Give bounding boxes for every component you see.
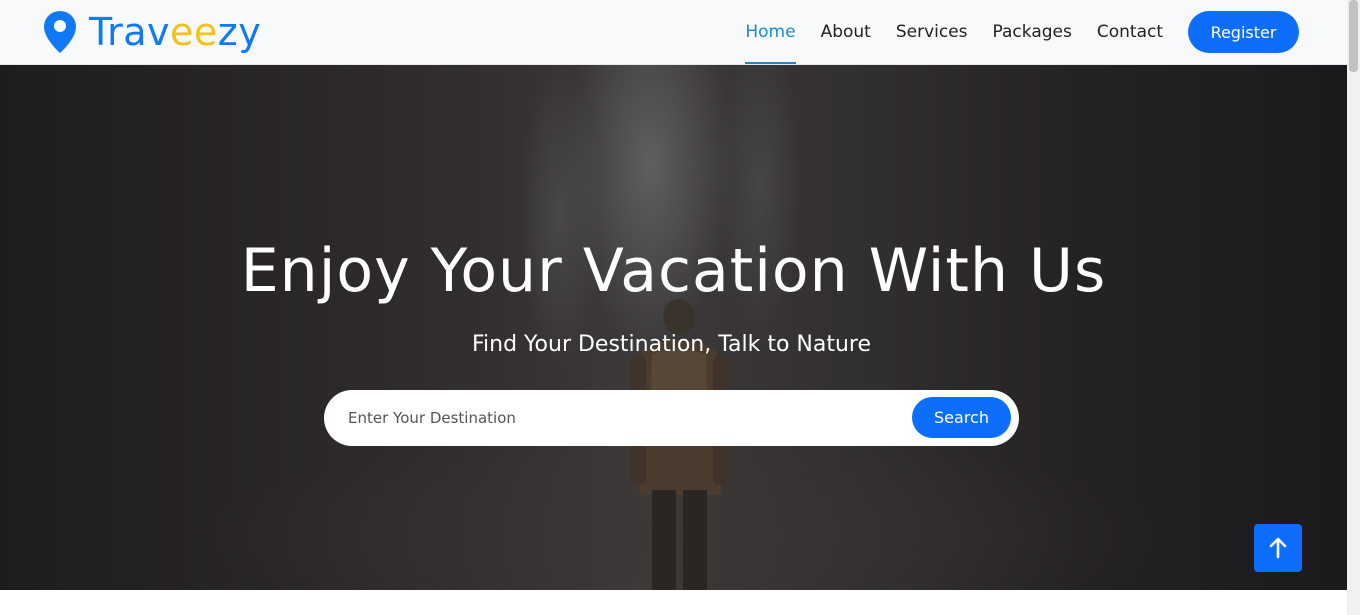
brand-name: Traveezy bbox=[89, 13, 261, 51]
brand-name-part1: Trav bbox=[89, 10, 171, 54]
register-button[interactable]: Register bbox=[1188, 11, 1299, 53]
navbar: Traveezy Home About Services Packages Co… bbox=[0, 0, 1347, 65]
map-pin-icon bbox=[44, 11, 76, 53]
back-to-top-button[interactable] bbox=[1254, 524, 1302, 572]
brand-logo-link[interactable]: Traveezy bbox=[43, 8, 261, 56]
nav-item-packages[interactable]: Packages bbox=[993, 0, 1072, 64]
main-nav: Home About Services Packages Contact Reg… bbox=[745, 0, 1347, 64]
nav-item-about[interactable]: About bbox=[821, 0, 871, 64]
hero-subtitle: Find Your Destination, Talk to Nature bbox=[471, 332, 872, 357]
nav-item-home[interactable]: Home bbox=[745, 0, 796, 64]
nav-item-contact[interactable]: Contact bbox=[1097, 0, 1163, 64]
brand-name-part2: ee bbox=[170, 10, 218, 54]
search-bar: Search bbox=[324, 390, 1019, 446]
hero-section: Enjoy Your Vacation With Us Find Your De… bbox=[0, 65, 1347, 590]
destination-search-input[interactable] bbox=[348, 390, 908, 446]
nav-item-services[interactable]: Services bbox=[896, 0, 968, 64]
scrollbar-thumb[interactable] bbox=[1349, 0, 1358, 72]
hero-title: Enjoy Your Vacation With Us bbox=[240, 236, 1107, 306]
arrow-up-icon bbox=[1269, 537, 1287, 559]
brand-name-part3: zy bbox=[217, 10, 262, 54]
search-button[interactable]: Search bbox=[912, 397, 1011, 438]
page-scrollbar[interactable] bbox=[1347, 0, 1360, 615]
